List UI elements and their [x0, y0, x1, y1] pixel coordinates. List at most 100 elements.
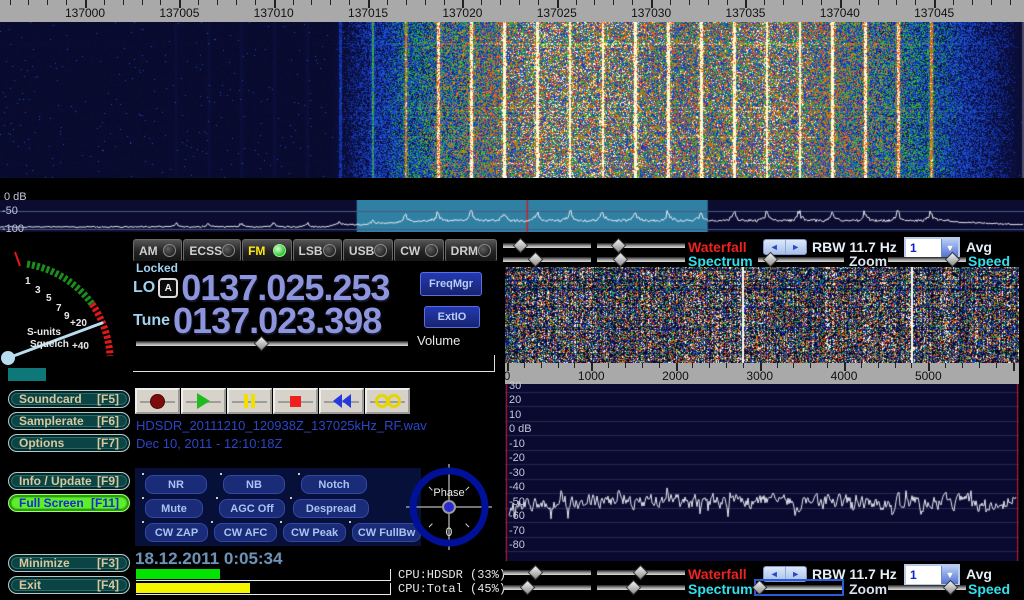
mode-button-fm[interactable]: FM [242, 239, 291, 262]
dsp-row: Mute AGC Off Despread [145, 499, 421, 518]
spectrum-label[interactable]: Spectrum [688, 581, 753, 597]
scale-tick [425, 0, 426, 5]
scale-tick [708, 0, 709, 5]
mode-button-lsb[interactable]: LSB [293, 239, 342, 262]
main-frequency-scale[interactable]: 1370001370051370101370151370201370251370… [0, 0, 1024, 22]
meter-scale-label: 5 [46, 293, 52, 304]
scale-tick [659, 363, 660, 368]
scale-label: 137035 [725, 6, 765, 20]
spectrum-gain-slider[interactable] [503, 581, 591, 594]
menu-label: Options [19, 436, 64, 450]
scale-tick [66, 0, 67, 5]
menu-button-minimize[interactable]: Minimize [F3] [8, 554, 130, 572]
rbw-left-arrow[interactable]: ◄ [764, 567, 786, 581]
mode-button-usb[interactable]: USB [343, 239, 393, 262]
mode-button-drm[interactable]: DRM [445, 239, 497, 262]
pause-icon [244, 394, 255, 408]
spectrum-offset-slider[interactable] [597, 581, 685, 594]
main-spectrum[interactable] [0, 200, 1024, 232]
mode-button-am[interactable]: AM [133, 239, 182, 262]
scale-tick [28, 0, 29, 5]
meter-scale-label: 1 [25, 276, 31, 287]
rx-waterfall[interactable] [505, 267, 1019, 363]
led-off-icon [374, 244, 387, 257]
squelch-indicator[interactable] [8, 368, 46, 381]
dsp-button-notch[interactable]: Notch [301, 475, 367, 494]
speed-label: Speed [968, 581, 1010, 597]
zoom-label: Zoom [849, 581, 887, 597]
scale-label: 137020 [442, 6, 482, 20]
waterfall-brightness-slider[interactable] [597, 566, 685, 579]
cpu-total-label: CPU:Total (45%) [398, 582, 506, 596]
menu-button-soundcard[interactable]: Soundcard[F5] [8, 390, 130, 408]
menu-button-exit[interactable]: Exit[F4] [8, 576, 130, 594]
dsp-button-nb[interactable]: NB [223, 475, 285, 494]
db-label: -30 [509, 467, 525, 479]
spectrum-offset-slider[interactable] [597, 253, 685, 266]
db-label: -50 [2, 205, 18, 217]
scale-tick [861, 363, 862, 368]
dsp-button-mute[interactable]: Mute [145, 499, 203, 518]
rbw-right-arrow[interactable]: ► [786, 567, 807, 581]
dsp-panel: NR NB Notch Mute AGC Off Despread CW ZAP CW AFC… [135, 468, 421, 546]
scale-label: 4000 [831, 369, 858, 383]
dsp-button-cw-zap[interactable]: CW ZAP [145, 523, 208, 542]
mode-button-ecss[interactable]: ECSS [183, 239, 241, 262]
db-label: -20 [509, 452, 525, 464]
extio-button[interactable]: ExtIO [424, 306, 480, 328]
rewind-button[interactable] [319, 388, 364, 414]
db-label: 0 dB [4, 191, 27, 203]
dsp-button-nr[interactable]: NR [145, 475, 207, 494]
dsp-button-despread[interactable]: Despread [293, 499, 369, 518]
dsp-button-cw-afc[interactable]: CW AFC [214, 523, 277, 542]
menu-hotkey: [F3] [97, 556, 119, 570]
play-button[interactable] [181, 388, 226, 414]
dsp-button-cw-peak[interactable]: CW Peak [283, 523, 346, 542]
auto-lo-button[interactable]: A [158, 278, 178, 298]
volume-slider[interactable] [136, 337, 408, 350]
waterfall-brightness-slider[interactable] [597, 239, 685, 252]
scale-tick [613, 0, 614, 5]
loop-button[interactable] [365, 388, 410, 414]
scale-tick [330, 0, 331, 5]
menu-button-full-screen[interactable]: Full Screen[F11] [8, 494, 130, 512]
rbw-left-arrow[interactable]: ◄ [764, 240, 786, 254]
main-waterfall[interactable] [0, 0, 1024, 178]
led-off-icon [323, 244, 336, 257]
loop-icon [375, 394, 401, 408]
rbw-stepper[interactable]: ◄► [763, 566, 807, 582]
main-spectrum-panel[interactable]: 0 dB-50-100 [0, 200, 1024, 232]
scale-tick [293, 0, 294, 5]
menu-label: Minimize [19, 556, 70, 570]
speed-slider[interactable] [888, 253, 966, 266]
rx-spectrum[interactable] [505, 384, 1019, 561]
zoom-slider[interactable] [758, 253, 844, 266]
rx-spectrum-panel[interactable]: 3020100 dB-10-20-30-40-50-60-70-80 [505, 384, 1019, 561]
dsp-button-agc-off[interactable]: AGC Off [219, 499, 285, 518]
rbw-right-arrow[interactable]: ► [786, 240, 807, 254]
dsp-row: NR NB Notch [145, 475, 421, 494]
menu-button-options[interactable]: Options[F7] [8, 434, 130, 452]
waterfall-contrast-slider[interactable] [503, 239, 591, 252]
scale-tick [764, 0, 765, 5]
menu-button-info-update[interactable]: Info / Update[F9] [8, 472, 130, 490]
spectrum-gain-slider[interactable] [503, 253, 591, 266]
stop-button[interactable] [273, 388, 318, 414]
menu-button-samplerate[interactable]: Samplerate[F6] [8, 412, 130, 430]
waterfall-label[interactable]: Waterfall [688, 566, 747, 582]
tune-frequency[interactable]: 0137.023.398 [173, 303, 381, 339]
mode-button-cw[interactable]: CW [394, 239, 443, 262]
freqmgr-button[interactable]: FreqMgr [420, 272, 482, 296]
speed-slider[interactable] [888, 581, 966, 594]
scale-tick [859, 0, 860, 5]
phase-label: Phase [433, 487, 464, 499]
zoom-slider[interactable] [756, 581, 842, 594]
rbw-label: RBW 11.7 Hz [812, 566, 897, 582]
led-off-icon [425, 244, 438, 257]
pause-button[interactable] [227, 388, 272, 414]
rx-frequency-scale[interactable]: 010002000300040005000 [505, 363, 1019, 384]
db-label: -100 [2, 223, 24, 235]
waterfall-contrast-slider[interactable] [503, 566, 591, 579]
record-button[interactable] [135, 388, 180, 414]
phase-indicator: Phase 0 [406, 464, 492, 550]
